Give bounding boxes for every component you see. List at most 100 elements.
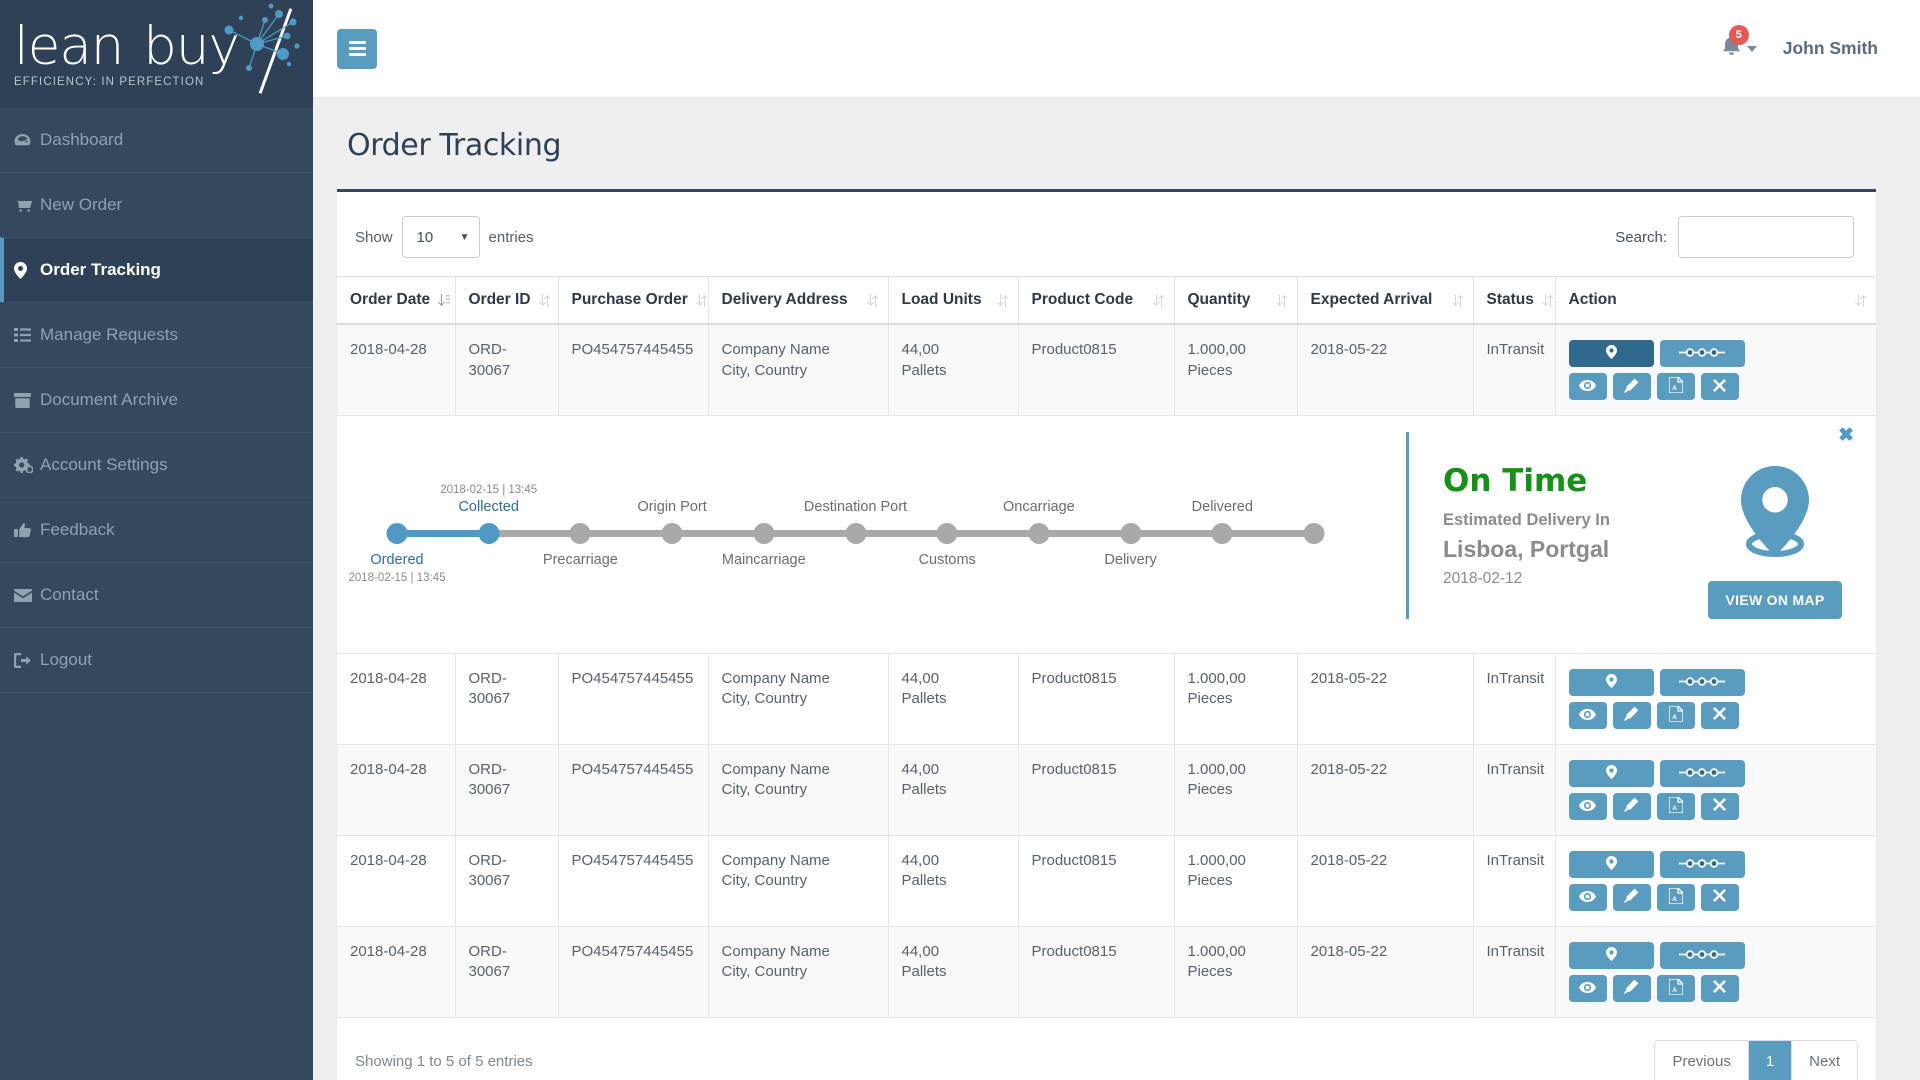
timeline-button[interactable]	[1659, 850, 1745, 878]
eye-icon	[1579, 890, 1596, 905]
main-area: 5 John Smith Order Tracking Show 10 ▼ en…	[313, 0, 1920, 1080]
close-tracking-button[interactable]: ✖	[1838, 426, 1854, 445]
eye-icon	[1579, 379, 1596, 394]
sidebar-item-order-tracking[interactable]: Order Tracking	[0, 237, 313, 303]
column-status[interactable]: Status	[1473, 276, 1556, 325]
track-on-map-button[interactable]	[1568, 759, 1654, 787]
sidebar-item-logout[interactable]: Logout	[0, 627, 313, 693]
pdf-button[interactable]: A	[1656, 792, 1695, 820]
sidebar-item-manage-requests[interactable]: Manage Requests	[0, 302, 313, 368]
edit-button[interactable]	[1612, 701, 1651, 729]
edit-button[interactable]	[1612, 974, 1651, 1002]
timeline-dot[interactable]	[936, 523, 958, 544]
timeline-dot[interactable]	[386, 523, 408, 544]
delete-button[interactable]	[1700, 373, 1739, 400]
delete-button[interactable]	[1700, 701, 1739, 729]
table-row[interactable]: 2018-04-28 ORD-30067 PO454757445455 Company…	[337, 835, 1876, 927]
column-product-code[interactable]: Product Code	[1018, 276, 1175, 325]
sidebar-item-contact[interactable]: Contact	[0, 562, 313, 628]
timeline-dot[interactable]	[661, 523, 683, 544]
table-row[interactable]: 2018-04-28 ORD-30067 PO454757445455 Company…	[337, 926, 1876, 1018]
timeline-dot[interactable]	[753, 523, 775, 544]
column-delivery-address[interactable]: Delivery Address	[708, 276, 889, 325]
track-on-map-button[interactable]	[1568, 941, 1654, 969]
track-on-map-button[interactable]	[1568, 340, 1654, 367]
cell-order-id: ORD-30067	[455, 653, 559, 745]
cell-delivery-address: Company Name City, Country	[708, 835, 889, 927]
pagination-button[interactable]: Previous	[1655, 1040, 1749, 1080]
tracking-status-info: On Time Estimated Delivery In Lisboa, Port…	[1443, 466, 1700, 589]
timeline-button[interactable]	[1659, 340, 1745, 367]
orders-table: Order Date Order ID Purchase Order Deliv…	[337, 276, 1876, 1018]
timeline-dot[interactable]	[478, 523, 500, 544]
pdf-button[interactable]: A	[1656, 974, 1695, 1002]
entries-select[interactable]: 10 ▼	[401, 216, 480, 258]
timeline-button[interactable]	[1659, 759, 1745, 787]
sidebar-item-feedback[interactable]: Feedback	[0, 497, 313, 563]
column-expected-arrival[interactable]: Expected Arrival	[1297, 276, 1474, 325]
timeline-step-label: Destination Port	[803, 499, 908, 516]
delete-button[interactable]	[1700, 974, 1739, 1002]
timeline-dot[interactable]	[569, 523, 591, 544]
view-button[interactable]	[1568, 701, 1607, 729]
view-on-map-button[interactable]: VIEW ON MAP	[1707, 580, 1843, 619]
column-quantity[interactable]: Quantity	[1174, 276, 1298, 325]
view-button[interactable]	[1568, 792, 1607, 820]
cell-delivery-address: Company Name City, Country	[708, 926, 889, 1018]
column-purchase-order[interactable]: Purchase Order	[558, 276, 709, 325]
cell-purchase-order: PO454757445455	[558, 835, 709, 927]
pdf-button[interactable]: A	[1656, 883, 1695, 911]
timeline-dot[interactable]	[1303, 523, 1325, 544]
column-order-date[interactable]: Order Date	[337, 276, 456, 325]
column-load-units[interactable]: Load Units	[888, 276, 1019, 325]
show-label: Show	[355, 228, 393, 246]
sidebar-item-new-order[interactable]: New Order	[0, 172, 313, 238]
user-menu[interactable]: John Smith	[1783, 38, 1878, 59]
cell-delivery-address: Company Name City, Country	[708, 653, 889, 745]
pdf-button[interactable]: A	[1656, 373, 1695, 400]
table-row[interactable]: 2018-04-28 ORD-30067 PO454757445455 Company…	[337, 744, 1876, 836]
pagination-button[interactable]: Next	[1792, 1040, 1857, 1080]
edit-button[interactable]	[1612, 792, 1651, 820]
sidebar-item-document-archive[interactable]: Document Archive	[0, 367, 313, 433]
search-input[interactable]	[1678, 216, 1854, 258]
table-row[interactable]: 2018-04-28 ORD-30067 PO454757445455 Company…	[337, 324, 1876, 416]
cell-product-code: Product0815	[1018, 324, 1175, 416]
sidebar-item-account-settings[interactable]: Account Settings	[0, 432, 313, 498]
sidebar-item-dashboard[interactable]: Dashboard	[0, 107, 313, 173]
column-action[interactable]: Action	[1555, 276, 1876, 325]
brand-logo[interactable]: lean buy EFFICIENCY: IN PERFECTION	[0, 0, 313, 108]
column-order-id[interactable]: Order ID	[455, 276, 559, 325]
timeline-button[interactable]	[1659, 941, 1745, 969]
view-button[interactable]	[1568, 974, 1607, 1002]
menu-toggle-button[interactable]	[337, 28, 377, 69]
chevron-down-icon	[1746, 45, 1757, 52]
eye-icon	[1579, 799, 1596, 814]
timeline-step-label: Delivery	[1104, 552, 1157, 568]
pdf-button[interactable]: A	[1656, 701, 1695, 729]
close-icon	[1713, 798, 1726, 814]
timeline-button[interactable]	[1659, 668, 1745, 696]
timeline-dot[interactable]	[1028, 523, 1050, 544]
map-pin-icon	[14, 261, 40, 279]
edit-button[interactable]	[1612, 373, 1651, 400]
timeline-dot[interactable]	[1211, 523, 1233, 544]
notifications-button[interactable]: 5	[1722, 24, 1757, 62]
track-on-map-button[interactable]	[1568, 850, 1654, 878]
cell-order-id: ORD-30067	[455, 926, 559, 1018]
pagination-button[interactable]: 1	[1748, 1040, 1793, 1080]
timeline-step: Origin Port	[612, 499, 732, 516]
map-pin-icon	[1605, 764, 1617, 782]
timeline-dot[interactable]	[1120, 523, 1142, 544]
delete-button[interactable]	[1700, 883, 1739, 911]
view-button[interactable]	[1568, 883, 1607, 911]
topbar-right: 5 John Smith	[1722, 24, 1878, 62]
delete-button[interactable]	[1700, 792, 1739, 820]
view-button[interactable]	[1568, 373, 1607, 400]
svg-text:A: A	[1672, 385, 1677, 392]
timeline-dot[interactable]	[845, 523, 866, 544]
track-on-map-button[interactable]	[1568, 668, 1654, 696]
edit-button[interactable]	[1612, 883, 1651, 911]
table-row[interactable]: 2018-04-28 ORD-30067 PO454757445455 Company…	[337, 653, 1876, 745]
cell-status: InTransit	[1473, 324, 1556, 416]
